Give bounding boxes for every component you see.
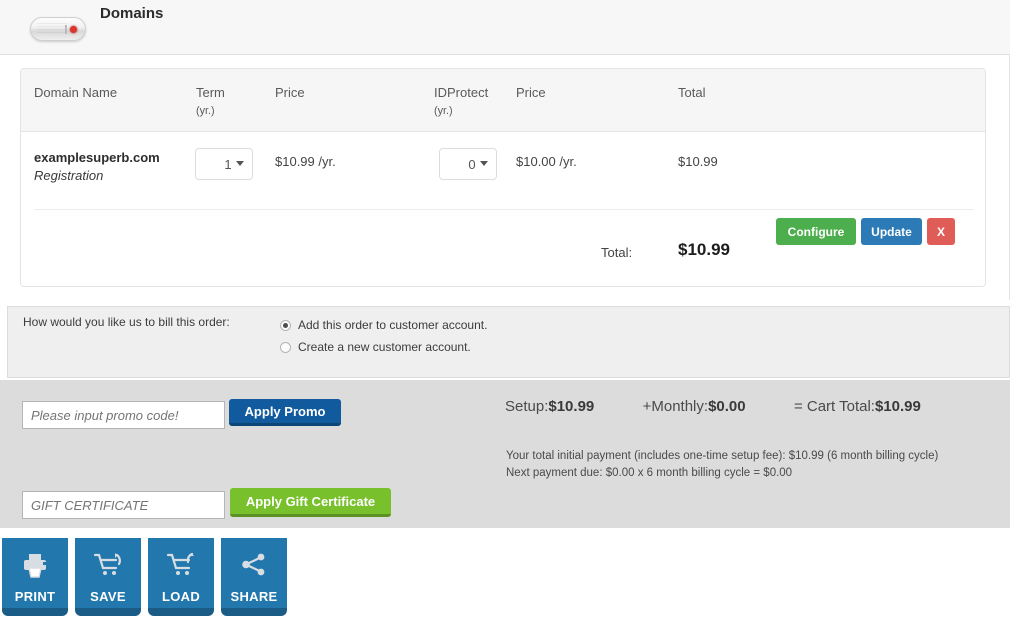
cart-load-icon — [166, 552, 196, 583]
apply-gift-certificate-button[interactable]: Apply Gift Certificate — [230, 488, 391, 517]
setup-total: Setup:$10.99 — [505, 398, 595, 415]
apply-promo-button[interactable]: Apply Promo — [229, 399, 341, 426]
billing-option-new-account[interactable]: Create a new customer account. — [280, 340, 471, 354]
billing-option-label: Add this order to customer account. — [298, 318, 488, 332]
payment-note-line-1: Your total initial payment (includes one… — [506, 450, 939, 462]
payment-note: Your total initial payment (includes one… — [506, 448, 938, 482]
column-header-term: Term (yr.) — [196, 85, 225, 117]
update-button[interactable]: Update — [861, 218, 922, 245]
domain-name-text: examplesuperb.com — [34, 150, 160, 165]
page-header: Domains — [0, 0, 1010, 55]
cart-card: Domain Name Term (yr.) Price IDProtect (… — [20, 68, 986, 287]
cart-total-summary: = Cart Total:$10.99 — [793, 398, 921, 415]
column-header-price: Price — [275, 85, 305, 100]
print-button-label: PRINT — [14, 589, 56, 604]
domain-name-cell: examplesuperb.com Registration — [34, 149, 174, 185]
remove-item-button[interactable]: X — [927, 218, 955, 245]
column-header-idprotect: IDProtect (yr.) — [434, 85, 489, 117]
table-row: examplesuperb.com Registration 1 $10.99 … — [21, 132, 985, 227]
billing-option-label: Create a new customer account. — [298, 340, 471, 354]
column-header-total: Total — [678, 85, 706, 100]
cart-page: Domains Domain Name Term (yr.) Price IDP… — [0, 0, 1027, 634]
load-button-label: LOAD — [161, 589, 201, 604]
term-select-wrap[interactable]: 1 — [195, 148, 253, 180]
totals-summary: Setup:$10.99 +Monthly:$0.00 = Cart Total… — [505, 398, 921, 415]
idprotect-select[interactable]: 0 — [439, 148, 497, 180]
page-title: Domains — [100, 5, 164, 22]
load-cart-button[interactable]: LOAD — [148, 538, 214, 616]
billing-options-section: How would you like us to bill this order… — [7, 306, 1010, 378]
term-select[interactable]: 1 — [195, 148, 253, 180]
save-cart-button[interactable]: SAVE — [75, 538, 141, 616]
share-button-label: SHARE — [230, 589, 278, 604]
idprotect-price-cell: $10.00 /yr. — [516, 154, 577, 169]
billing-option-existing-account[interactable]: Add this order to customer account. — [280, 318, 487, 332]
server-drive-icon — [30, 17, 86, 43]
column-header-domain-name: Domain Name — [34, 85, 118, 100]
table-divider — [34, 209, 974, 210]
cart-section: Domain Name Term (yr.) Price IDProtect (… — [0, 55, 1010, 300]
share-button[interactable]: SHARE — [221, 538, 287, 616]
radio-icon-selected[interactable] — [280, 319, 291, 331]
promo-code-input[interactable] — [22, 401, 225, 429]
cart-total-value: $10.99 — [678, 240, 730, 259]
save-button-label: SAVE — [90, 589, 126, 604]
table-header-row: Domain Name Term (yr.) Price IDProtect (… — [21, 69, 985, 132]
billing-question: How would you like us to bill this order… — [23, 315, 230, 329]
idprotect-select-wrap[interactable]: 0 — [439, 148, 497, 180]
promo-totals-section: Apply Promo Apply Gift Certificate Setup… — [0, 380, 1010, 528]
print-button[interactable]: PRINT — [2, 538, 68, 616]
column-header-idprotect-price: Price — [516, 85, 546, 100]
printer-icon — [21, 552, 49, 583]
cart-total-label: Total: — [601, 245, 633, 260]
domain-price-cell: $10.99 /yr. — [275, 154, 336, 169]
row-total-cell: $10.99 — [678, 154, 718, 169]
gift-certificate-input[interactable] — [22, 491, 225, 519]
share-icon — [240, 552, 268, 583]
radio-icon[interactable] — [280, 341, 291, 353]
payment-note-line-2: Next payment due: $0.00 x 6 month billin… — [506, 467, 793, 479]
configure-button[interactable]: Configure — [776, 218, 856, 245]
domain-type-text: Registration — [34, 168, 104, 183]
cart-save-icon — [93, 552, 123, 583]
bottom-action-bar: PRINT SAVE LOAD SHARE — [0, 528, 1027, 634]
monthly-total: +Monthly:$0.00 — [642, 398, 746, 415]
